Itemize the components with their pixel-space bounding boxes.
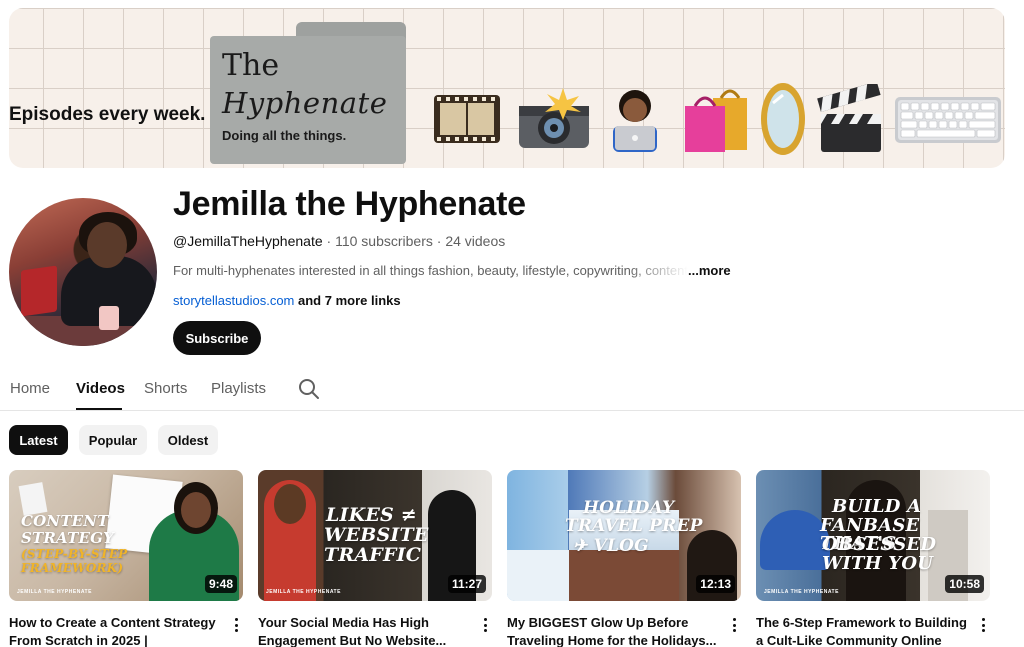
thumb-title-line: FRAMEWORK): [21, 561, 124, 575]
channel-banner: Episodes every week. The Hyphenate Doing…: [9, 8, 1005, 168]
video-duration: 9:48: [204, 575, 237, 593]
thumb-title-line: WITH YOU: [822, 553, 934, 574]
thumb-title-line: TRAFFIC: [324, 544, 422, 566]
video-duration: 11:27: [447, 575, 486, 593]
channel-tabs: Home Videos Shorts Playlists: [0, 368, 1024, 411]
search-icon[interactable]: [298, 378, 320, 400]
video-card[interactable]: LIKES ≠ WEBSITE TRAFFIC JEMILLA THE HYPH…: [258, 470, 494, 647]
thumb-title-line: CONTENT: [21, 512, 109, 530]
thumb-title-line: WEBSITE: [324, 524, 429, 546]
thumb-brand: JEMILLA THE HYPHENATE: [17, 589, 92, 595]
video-thumbnail[interactable]: LIKES ≠ WEBSITE TRAFFIC JEMILLA THE HYPH…: [258, 470, 492, 601]
more-vert-icon[interactable]: [978, 616, 988, 634]
channel-meta: @JemillaTheHyphenate · 110 subscribers ·…: [173, 233, 505, 249]
channel-website-link[interactable]: storytellastudios.com: [173, 293, 294, 308]
tab-home[interactable]: Home: [10, 380, 50, 397]
thumb-title-line: BUILD A: [832, 496, 922, 517]
clapper-board-icon: [815, 80, 887, 158]
channel-avatar[interactable]: [9, 198, 157, 346]
channel-description-text: For multi-hyphenates interested in all t…: [173, 263, 688, 278]
woman-technologist-icon: [607, 80, 663, 158]
video-title[interactable]: How to Create a Content Strategy From Sc…: [9, 614, 221, 647]
video-card[interactable]: BUILD A FANBASE THAT'S OBSESSED WITH YOU…: [756, 470, 992, 647]
more-vert-icon[interactable]: [729, 616, 739, 634]
film-strip-icon: [432, 80, 502, 158]
channel-links: storytellastudios.com and 7 more links: [173, 293, 401, 308]
video-duration: 10:58: [945, 575, 984, 593]
camera-flash-icon: [515, 80, 593, 158]
video-thumbnail[interactable]: BUILD A FANBASE THAT'S OBSESSED WITH YOU…: [756, 470, 990, 601]
thumb-title-line: LIKES ≠: [326, 504, 417, 526]
tab-playlists[interactable]: Playlists: [211, 380, 266, 397]
thumb-title-line: ✈ VLOG: [573, 536, 649, 556]
more-vert-icon[interactable]: [480, 616, 490, 634]
banner-folder-hyphenate: Hyphenate: [222, 86, 388, 120]
tab-shorts[interactable]: Shorts: [144, 380, 187, 397]
keyboard-icon: [893, 80, 1003, 158]
video-title[interactable]: My BIGGEST Glow Up Before Traveling Home…: [507, 614, 719, 647]
active-tab-indicator: [76, 408, 122, 410]
shopping-bags-icon: [679, 80, 751, 158]
video-count: 24 videos: [445, 233, 506, 249]
description-more-link[interactable]: ...more: [688, 263, 731, 278]
video-duration: 12:13: [696, 575, 735, 593]
thumb-title-line: HOLIDAY: [583, 498, 675, 518]
banner-tagline: Episodes every week.: [9, 104, 206, 125]
thumb-brand: JEMILLA THE HYPHENATE: [266, 589, 341, 595]
channel-handle: @JemillaTheHyphenate: [173, 233, 323, 249]
video-card[interactable]: HOLIDAY TRAVEL PREP ✈ VLOG 12:13 My BIGG…: [507, 470, 743, 647]
banner-folder-the: The: [222, 48, 280, 83]
thumb-title-line: (STEP-BY-STEP: [21, 547, 128, 561]
channel-name: Jemilla the Hyphenate: [173, 185, 526, 223]
video-card[interactable]: CONTENT STRATEGY (STEP-BY-STEP FRAMEWORK…: [9, 470, 245, 647]
banner-folder-graphic: The Hyphenate Doing all the things.: [210, 22, 406, 164]
thumb-title-line: OBSESSED: [822, 534, 937, 555]
mirror-icon: [759, 80, 807, 158]
subscriber-count: 110 subscribers: [335, 233, 433, 249]
channel-description[interactable]: For multi-hyphenates interested in all t…: [173, 263, 731, 278]
meta-separator: ·: [436, 233, 442, 249]
banner-folder-subtitle: Doing all the things.: [222, 128, 347, 143]
video-title[interactable]: Your Social Media Has High Engagement Bu…: [258, 614, 470, 647]
more-vert-icon[interactable]: [231, 616, 241, 634]
video-thumbnail[interactable]: HOLIDAY TRAVEL PREP ✈ VLOG 12:13: [507, 470, 741, 601]
subscribe-button[interactable]: Subscribe: [173, 321, 261, 355]
thumb-title-line: STRATEGY: [21, 529, 114, 547]
tab-videos[interactable]: Videos: [76, 380, 125, 397]
meta-separator: ·: [326, 233, 332, 249]
thumb-title-line: TRAVEL PREP: [565, 516, 703, 536]
chip-oldest[interactable]: Oldest: [158, 425, 218, 455]
chip-latest[interactable]: Latest: [9, 425, 68, 455]
video-thumbnail[interactable]: CONTENT STRATEGY (STEP-BY-STEP FRAMEWORK…: [9, 470, 243, 601]
video-title[interactable]: The 6-Step Framework to Building a Cult-…: [756, 614, 968, 647]
thumb-brand: JEMILLA THE HYPHENATE: [764, 589, 839, 595]
more-links-button[interactable]: and 7 more links: [298, 293, 401, 308]
chip-popular[interactable]: Popular: [79, 425, 147, 455]
